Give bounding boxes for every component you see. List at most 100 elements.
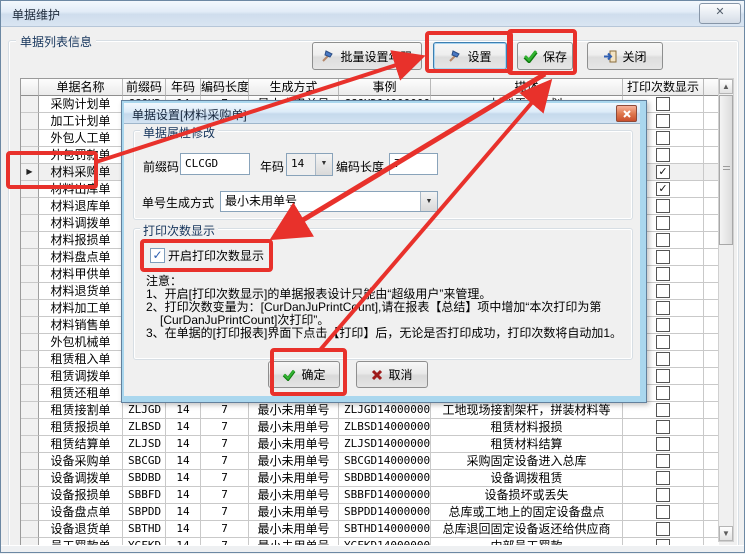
prefix-cell: SBCGD (123, 453, 166, 470)
year-value: 14 (287, 154, 315, 175)
dialog-close-button[interactable] (616, 105, 637, 122)
filler-cell (704, 96, 719, 113)
chevron-down-icon[interactable]: ▼ (420, 192, 437, 211)
table-row[interactable]: 租赁结算单ZLJSD147最小未用单号ZLJSD140000001租赁材料结算 (21, 436, 719, 453)
print-count-display-checkbox[interactable]: ✓ (150, 248, 165, 263)
print-count-checkbox[interactable] (656, 284, 670, 298)
table-row[interactable]: 设备盘点单SBPDD147最小未用单号SBPDD140000001总库或工地上的… (21, 504, 719, 521)
row-selector-cell (21, 130, 39, 147)
year-cell: 14 (166, 470, 201, 487)
print-count-cell (623, 521, 704, 538)
print-count-checkbox[interactable] (656, 301, 670, 315)
print-count-checkbox[interactable] (656, 131, 670, 145)
column-header[interactable]: 生成方式 (249, 79, 339, 96)
table-row[interactable]: 设备采购单SBCGD147最小未用单号SBCGD140000001采购固定设备进… (21, 453, 719, 470)
length-cell: 7 (201, 470, 249, 487)
cancel-button[interactable]: 取消 (356, 361, 428, 388)
doc-name-cell: 设备采购单 (39, 453, 123, 470)
print-count-checkbox[interactable]: ✓ (656, 165, 670, 179)
batch-set-year-button[interactable]: 批量设置年码 (312, 42, 422, 70)
desc-cell: 租赁材料结算 (431, 436, 623, 453)
print-count-checkbox[interactable] (656, 369, 670, 383)
print-count-checkbox[interactable] (656, 403, 670, 417)
print-count-checkbox[interactable] (656, 114, 670, 128)
filler-cell (704, 130, 719, 147)
settings-button[interactable]: 设置 (433, 42, 507, 70)
print-count-checkbox[interactable]: ✓ (656, 182, 670, 196)
filler-cell (704, 147, 719, 164)
table-row[interactable]: 设备报损单SBBFD147最小未用单号SBBFD140000001设备损坏或丢失 (21, 487, 719, 504)
scrollbar-thumb[interactable] (719, 95, 733, 245)
row-selector-cell (21, 249, 39, 266)
year-combobox[interactable]: 14 ▼ (286, 153, 333, 176)
filler-cell (704, 453, 719, 470)
print-count-checkbox[interactable] (656, 420, 670, 434)
scroll-up-icon[interactable]: ▲ (719, 79, 733, 94)
print-count-checkbox[interactable] (656, 437, 670, 451)
column-header[interactable]: 编码长度 (201, 79, 249, 96)
column-header[interactable]: 前缀码 (123, 79, 166, 96)
doc-name-cell: 外包人工单 (39, 130, 123, 147)
column-header[interactable]: 打印次数显示 (623, 79, 704, 96)
chevron-down-icon[interactable]: ▼ (315, 154, 332, 175)
column-header[interactable]: 单据名称 (39, 79, 123, 96)
table-row[interactable]: 设备退货单SBTHD147最小未用单号SBTHD140000001总库退回固定设… (21, 521, 719, 538)
length-input[interactable]: 7 (389, 153, 438, 175)
desc-cell: 租赁材料报损 (431, 419, 623, 436)
prefix-cell: SBTHD (123, 521, 166, 538)
ok-label: 确定 (301, 366, 325, 383)
print-count-checkbox[interactable] (656, 386, 670, 400)
print-count-checkbox[interactable] (656, 318, 670, 332)
print-count-checkbox[interactable] (656, 505, 670, 519)
mode-combobox[interactable]: 最小未用单号 ▼ (220, 191, 438, 212)
window-close-button[interactable]: ✕ (699, 3, 741, 24)
row-selector-cell (21, 198, 39, 215)
doc-name-cell: 采购计划单 (39, 96, 123, 113)
settings-dialog: 单据设置[材料采购单] 单据属性修改 前缀码 CLCGD 年码 14 ▼ 编码长… (121, 100, 647, 403)
column-header[interactable]: 事例 (339, 79, 431, 96)
table-row[interactable]: 租赁接割单ZLJGD147最小未用单号ZLJGD140000001工地现场接割架… (21, 402, 719, 419)
print-count-checkbox[interactable] (656, 267, 670, 281)
print-count-checkbox[interactable] (656, 471, 670, 485)
print-count-checkbox[interactable] (656, 233, 670, 247)
row-selector-cell (21, 215, 39, 232)
prefix-input[interactable]: CLCGD (180, 153, 250, 175)
print-count-checkbox[interactable] (656, 522, 670, 536)
mode-cell: 最小未用单号 (249, 453, 339, 470)
desc-cell: 设备损坏或丢失 (431, 487, 623, 504)
sample-cell: SBBFD140000001 (339, 487, 431, 504)
table-row[interactable]: 租赁报损单ZLBSD147最小未用单号ZLBSD140000001租赁材料报损 (21, 419, 719, 436)
print-count-checkbox[interactable] (656, 97, 670, 111)
column-header[interactable]: 年码 (166, 79, 201, 96)
print-count-checkbox[interactable] (656, 199, 670, 213)
column-header[interactable]: 描述 (431, 79, 623, 96)
mode-cell: 最小未用单号 (249, 419, 339, 436)
save-button[interactable]: 保存 (517, 42, 573, 70)
print-count-checkbox[interactable] (656, 488, 670, 502)
print-count-checkbox[interactable] (656, 216, 670, 230)
mode-cell: 最小未用单号 (249, 521, 339, 538)
scroll-down-icon[interactable]: ▼ (719, 526, 733, 541)
print-count-checkbox[interactable] (656, 250, 670, 264)
row-selector-cell (21, 147, 39, 164)
print-count-checkbox[interactable] (656, 335, 670, 349)
table-row[interactable]: 设备调拨单SBDBD147最小未用单号SBDBD140000001设备调拨租赁 (21, 470, 719, 487)
filler-cell (704, 198, 719, 215)
check-icon (282, 369, 296, 381)
print-count-checkbox[interactable] (656, 454, 670, 468)
print-count-checkbox[interactable] (656, 148, 670, 162)
sample-cell: SBDBD140000001 (339, 470, 431, 487)
print-count-checkbox[interactable] (656, 352, 670, 366)
filler-cell (704, 521, 719, 538)
desc-cell: 采购固定设备进入总库 (431, 453, 623, 470)
dialog-title: 单据设置[材料采购单] (132, 106, 247, 123)
table-corner-cell (21, 79, 39, 96)
ok-button[interactable]: 确定 (268, 361, 340, 388)
print-count-cell (623, 470, 704, 487)
row-selector-cell (21, 504, 39, 521)
hammer-icon (448, 50, 462, 63)
close-button[interactable]: 关闭 (587, 42, 663, 70)
filler-cell (704, 215, 719, 232)
doc-name-cell: 设备盘点单 (39, 504, 123, 521)
vertical-scrollbar[interactable]: ▲ ▼ (718, 78, 734, 542)
